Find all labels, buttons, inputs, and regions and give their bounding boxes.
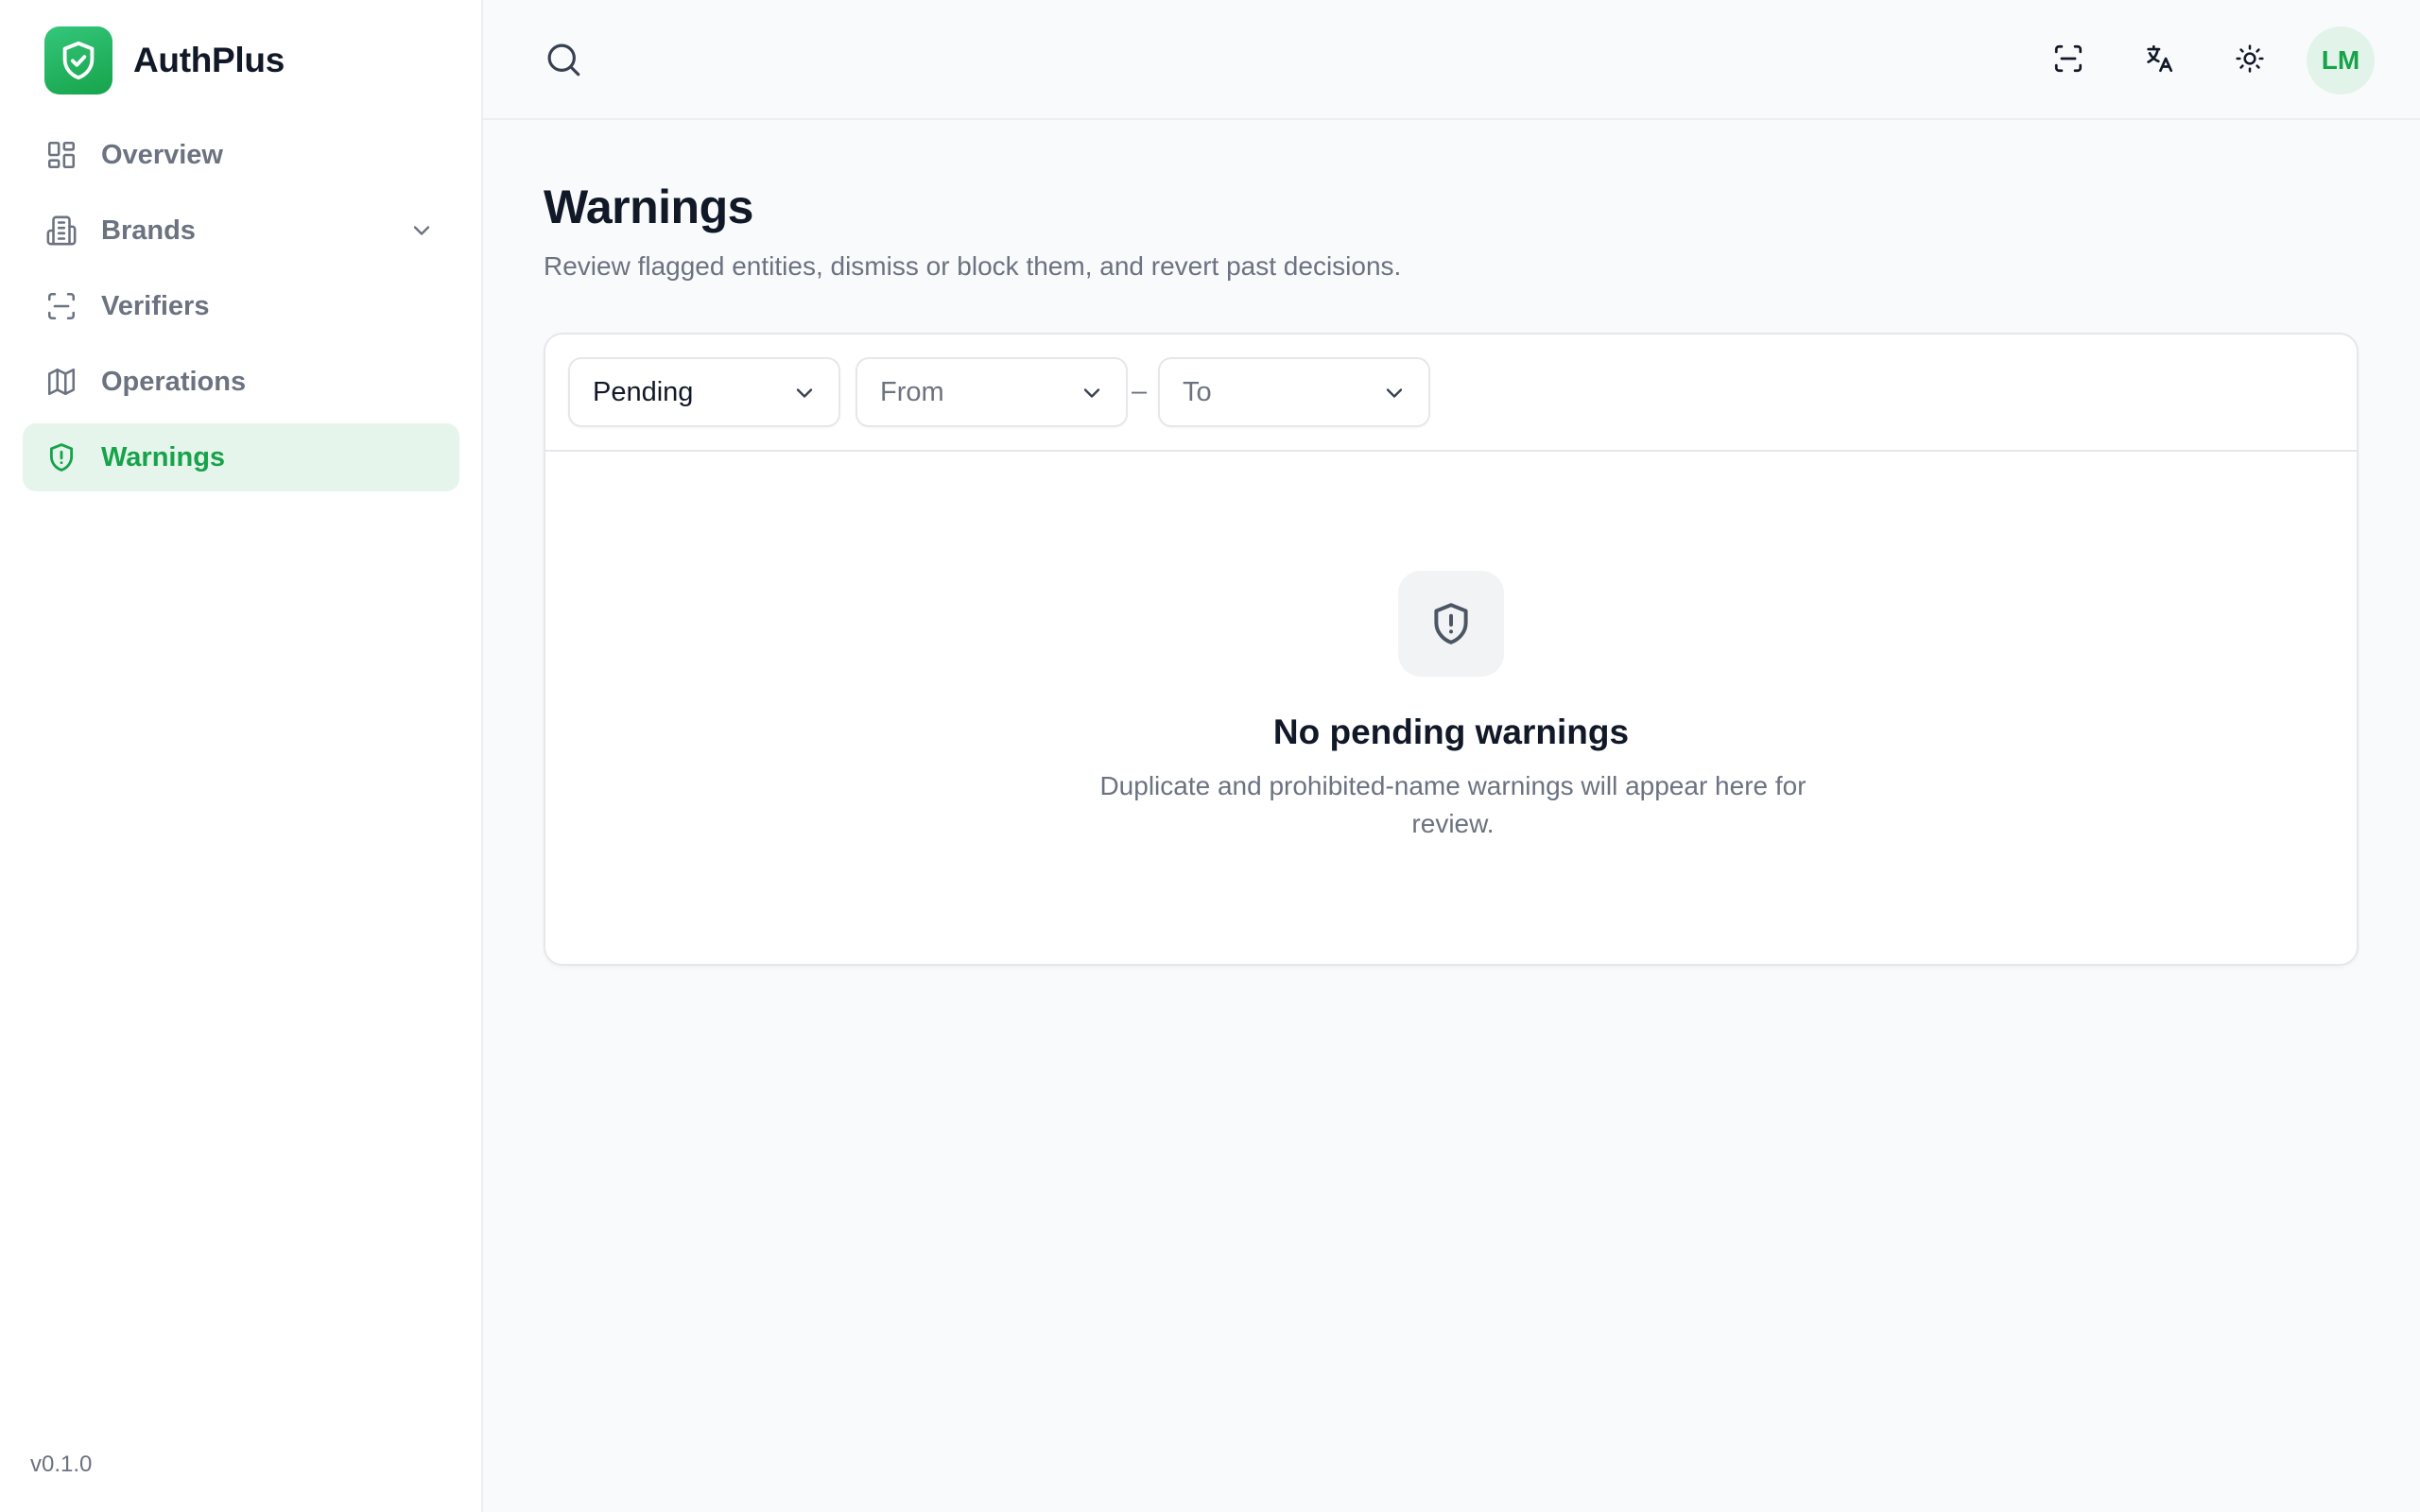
theme-toggle-button[interactable] bbox=[2216, 26, 2284, 94]
page-subtitle: Review flagged entities, dismiss or bloc… bbox=[544, 251, 1402, 281]
brand-logo-icon bbox=[44, 26, 112, 94]
to-date-select[interactable]: To bbox=[1158, 357, 1430, 427]
chevron-down-icon[interactable] bbox=[408, 217, 435, 244]
search-icon[interactable] bbox=[542, 38, 585, 81]
shield-alert-icon bbox=[45, 441, 78, 473]
chevron-down-icon bbox=[1079, 380, 1105, 406]
chevron-down-icon bbox=[791, 380, 818, 406]
sidebar-item-label: Verifiers bbox=[101, 290, 210, 321]
topbar: LM bbox=[483, 0, 2420, 120]
sidebar-item-label: Warnings bbox=[101, 441, 226, 472]
empty-state-description: Duplicate and prohibited-name warnings w… bbox=[1099, 771, 1806, 838]
scan-icon bbox=[2052, 43, 2084, 79]
sidebar: AuthPlus Overview Brands Verifiers Opera… bbox=[0, 0, 483, 1512]
empty-state-title: No pending warnings bbox=[1272, 713, 1630, 751]
chevron-down-icon bbox=[1381, 380, 1408, 406]
date-range-separator: – bbox=[1132, 376, 1148, 406]
grid-icon bbox=[45, 139, 78, 171]
map-icon bbox=[45, 366, 78, 398]
sidebar-item-label: Overview bbox=[101, 139, 223, 170]
from-date-placeholder: From bbox=[880, 376, 944, 407]
sidebar-nav: Overview Brands Verifiers Operations War… bbox=[23, 121, 459, 499]
brand[interactable]: AuthPlus bbox=[44, 26, 285, 94]
sun-icon bbox=[2235, 43, 2265, 78]
scan-icon bbox=[45, 290, 78, 322]
sidebar-item-brands[interactable]: Brands bbox=[23, 197, 459, 265]
sidebar-item-verifiers[interactable]: Verifiers bbox=[23, 272, 459, 340]
translate-icon bbox=[2143, 43, 2175, 79]
warnings-card: Pending From – To No pending warnings Du… bbox=[544, 333, 2359, 966]
status-select[interactable]: Pending bbox=[568, 357, 840, 427]
sidebar-item-overview[interactable]: Overview bbox=[23, 121, 459, 189]
app-root: AuthPlus Overview Brands Verifiers Opera… bbox=[0, 0, 2420, 1512]
topbar-actions: LM bbox=[2012, 26, 2375, 94]
brand-name: AuthPlus bbox=[133, 41, 285, 79]
building-icon bbox=[45, 215, 78, 247]
shield-alert-icon bbox=[1398, 571, 1504, 677]
to-date-placeholder: To bbox=[1183, 376, 1212, 407]
app-version: v0.1.0 bbox=[30, 1452, 93, 1477]
scan-button[interactable] bbox=[2034, 26, 2102, 94]
sidebar-item-label: Operations bbox=[101, 366, 247, 397]
status-select-value: Pending bbox=[593, 376, 694, 407]
avatar[interactable]: LM bbox=[2307, 26, 2375, 94]
from-date-select[interactable]: From bbox=[856, 357, 1128, 427]
main-content: LM Warnings Review flagged entities, dis… bbox=[483, 0, 2420, 1512]
page-title: Warnings bbox=[544, 180, 753, 233]
translate-button[interactable] bbox=[2125, 26, 2193, 94]
filter-bar: Pending From – To bbox=[545, 335, 2357, 452]
sidebar-item-label: Brands bbox=[101, 215, 196, 246]
sidebar-item-operations[interactable]: Operations bbox=[23, 348, 459, 416]
sidebar-item-warnings[interactable]: Warnings bbox=[23, 423, 459, 491]
